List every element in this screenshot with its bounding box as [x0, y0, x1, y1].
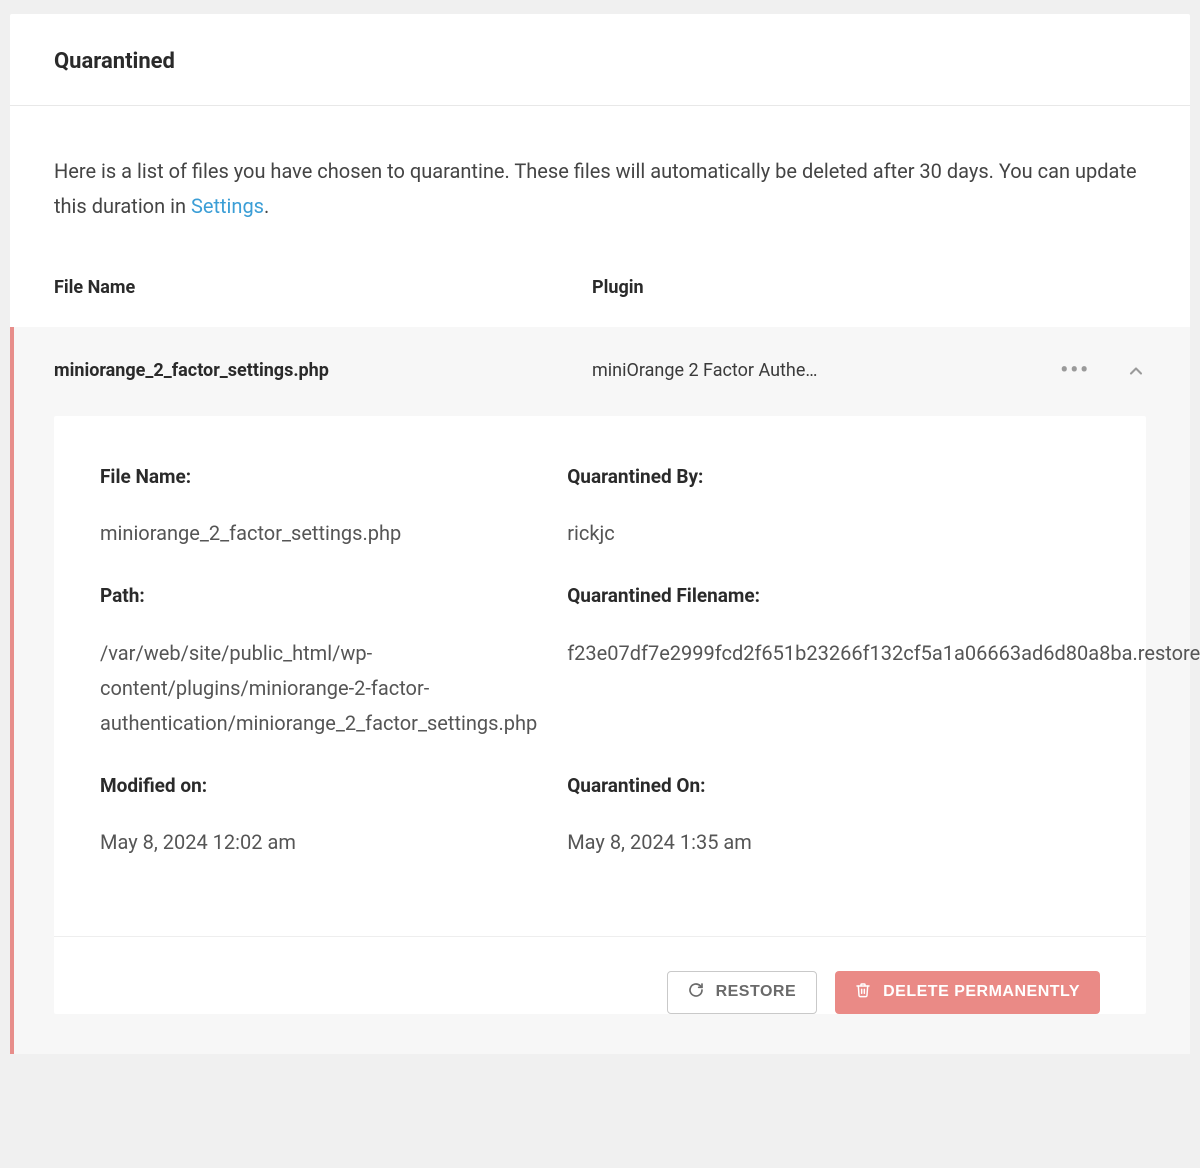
page-title: Quarantined — [54, 44, 1146, 79]
restore-button-label: RESTORE — [716, 983, 797, 1001]
row-plugin-name: miniOrange 2 Factor Authe… — [592, 357, 852, 386]
field-quarantined-filename: Quarantined Filename: f23e07df7e2999fcd2… — [567, 581, 1200, 740]
trash-icon — [855, 982, 871, 1003]
quarantined-on-label: Quarantined On: — [567, 771, 1200, 801]
table-row: miniorange_2_factor_settings.php miniOra… — [10, 327, 1190, 1054]
panel-body: Here is a list of files you have chosen … — [10, 106, 1190, 1054]
quarantined-on-value: May 8, 2024 1:35 am — [567, 825, 1200, 860]
details-card: File Name: miniorange_2_factor_settings.… — [54, 416, 1146, 1014]
field-quarantined-on: Quarantined On: May 8, 2024 1:35 am — [567, 771, 1200, 860]
column-plugin: Plugin — [592, 274, 1146, 303]
file-name-value: miniorange_2_factor_settings.php — [100, 516, 537, 551]
path-value: /var/web/site/public_html/wp-content/plu… — [100, 636, 537, 741]
quarantined-by-label: Quarantined By: — [567, 462, 1200, 492]
delete-button-label: DELETE PERMANENTLY — [883, 983, 1080, 1001]
table-header: File Name Plugin — [54, 274, 1146, 327]
field-modified-on: Modified on: May 8, 2024 12:02 am — [100, 771, 537, 860]
settings-link[interactable]: Settings — [191, 194, 264, 218]
refresh-icon — [688, 982, 704, 1003]
description-text: Here is a list of files you have chosen … — [54, 154, 1146, 224]
row-actions: ••• — [1060, 360, 1146, 382]
card-footer: RESTORE DELETE PERMANENTLY — [54, 936, 1146, 1014]
field-quarantined-by: Quarantined By: rickjc — [567, 462, 1200, 551]
modified-on-value: May 8, 2024 12:02 am — [100, 825, 537, 860]
delete-permanently-button[interactable]: DELETE PERMANENTLY — [835, 971, 1100, 1014]
quarantined-filename-value: f23e07df7e2999fcd2f651b23266f132cf5a1a06… — [567, 636, 1200, 671]
chevron-up-icon[interactable] — [1126, 361, 1146, 381]
restore-button[interactable]: RESTORE — [667, 971, 818, 1014]
panel-header: Quarantined — [10, 14, 1190, 106]
quarantined-filename-label: Quarantined Filename: — [567, 581, 1200, 611]
modified-on-label: Modified on: — [100, 771, 537, 801]
column-file-name: File Name — [54, 274, 592, 303]
row-file-name: miniorange_2_factor_settings.php — [54, 357, 592, 386]
field-file-name: File Name: miniorange_2_factor_settings.… — [100, 462, 537, 551]
file-name-label: File Name: — [100, 462, 537, 492]
row-summary[interactable]: miniorange_2_factor_settings.php miniOra… — [14, 327, 1190, 416]
path-label: Path: — [100, 581, 537, 611]
details-grid: File Name: miniorange_2_factor_settings.… — [54, 416, 1146, 936]
quarantined-by-value: rickjc — [567, 516, 1200, 551]
more-icon[interactable]: ••• — [1060, 360, 1090, 382]
description-after: . — [264, 194, 269, 218]
field-path: Path: /var/web/site/public_html/wp-conte… — [100, 581, 537, 740]
quarantined-panel: Quarantined Here is a list of files you … — [10, 14, 1190, 1054]
